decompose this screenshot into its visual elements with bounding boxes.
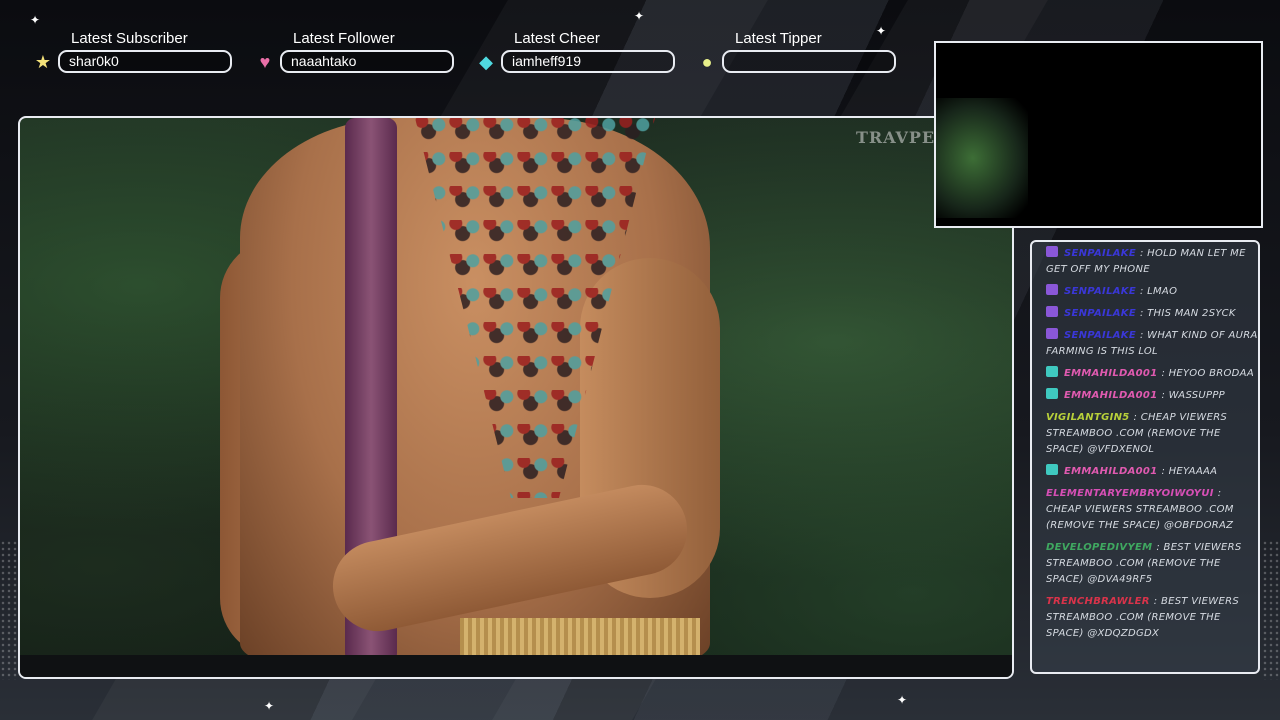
chat-message: senpailake: what kind of aura farming is… bbox=[1046, 328, 1258, 360]
chat-message: senpailake: lmao bbox=[1046, 284, 1258, 300]
webcam-frame bbox=[934, 41, 1263, 228]
chat-text: Heyaaaa bbox=[1168, 466, 1218, 477]
chat-message: vigilantgin5: Cheap viewers streamboo .c… bbox=[1046, 410, 1258, 458]
chat-username[interactable]: elementaryembryoiwoyui bbox=[1046, 488, 1214, 499]
chat-text: this man 2syck bbox=[1147, 308, 1236, 319]
sub-badge-icon bbox=[1046, 246, 1058, 257]
chat-username[interactable]: emmahilda001 bbox=[1064, 390, 1157, 401]
latest-follower-label: Latest Follower bbox=[293, 30, 395, 47]
sparkle-icon: ✦ bbox=[897, 693, 908, 707]
alerts-bar: ★ Latest Subscriber shar0k0 ♥ Latest Fol… bbox=[30, 30, 910, 74]
chat-text: lmao bbox=[1147, 286, 1178, 297]
chat-username[interactable]: senpailake bbox=[1064, 248, 1136, 259]
heart-icon: ♥ bbox=[259, 52, 271, 72]
chat-separator: : bbox=[1156, 542, 1164, 553]
chat-text: Cheap viewers streamboo .com (remove the… bbox=[1046, 504, 1234, 531]
star-icon: ★ bbox=[34, 52, 52, 72]
video-frame[interactable]: TRAVPEDIA bbox=[18, 116, 1014, 679]
chat-separator: : bbox=[1153, 596, 1161, 607]
latest-cheer-value: iamheff919 bbox=[501, 50, 675, 73]
sub-badge-icon bbox=[1046, 328, 1058, 339]
gem-badge-icon bbox=[1046, 464, 1058, 475]
chat-text: heyoo brodaa bbox=[1168, 368, 1254, 379]
latest-subscriber-label: Latest Subscriber bbox=[71, 30, 188, 47]
sparkle-icon: ✦ bbox=[264, 699, 275, 713]
dot-pattern bbox=[1262, 540, 1280, 680]
chat-text: wassuppp bbox=[1168, 390, 1225, 401]
gem-icon: ◆ bbox=[479, 52, 493, 72]
sparkle-icon: ✦ bbox=[30, 13, 41, 27]
latest-tipper: ● Latest Tipper bbox=[694, 30, 899, 74]
video-bottom-bar bbox=[20, 655, 1012, 677]
chat-message: senpailake: hold man let me get off my p… bbox=[1046, 246, 1258, 278]
chat-message: emmahilda001: Heyaaaa bbox=[1046, 464, 1258, 480]
chat-username[interactable]: developedivyem bbox=[1046, 542, 1152, 553]
chat-message: elementaryembryoiwoyui: Cheap viewers st… bbox=[1046, 486, 1258, 534]
latest-follower-value: naaahtako bbox=[280, 50, 454, 73]
latest-subscriber-value: shar0k0 bbox=[58, 50, 232, 73]
coin-icon: ● bbox=[701, 52, 713, 72]
chat-separator: : bbox=[1217, 488, 1222, 499]
chat-separator: : bbox=[1161, 368, 1169, 379]
sparkle-icon: ✦ bbox=[634, 9, 645, 23]
chat-message: senpailake: this man 2syck bbox=[1046, 306, 1258, 322]
chat-separator: : bbox=[1161, 466, 1169, 477]
chat-message: developedivyem: Best viewers streamboo .… bbox=[1046, 540, 1258, 588]
chat-username[interactable]: senpailake bbox=[1064, 308, 1136, 319]
chat-username[interactable]: vigilantgin5 bbox=[1046, 412, 1130, 423]
latest-follower: ♥ Latest Follower naaahtako bbox=[252, 30, 457, 74]
chat-separator: : bbox=[1133, 412, 1141, 423]
chat-panel[interactable]: senpailake: hold man let me get off my p… bbox=[1030, 240, 1260, 674]
chat-username[interactable]: senpailake bbox=[1064, 286, 1136, 297]
chat-message: emmahilda001: heyoo brodaa bbox=[1046, 366, 1258, 382]
chat-message: emmahilda001: wassuppp bbox=[1046, 388, 1258, 404]
chat-username[interactable]: emmahilda001 bbox=[1064, 466, 1157, 477]
sub-badge-icon bbox=[1046, 306, 1058, 317]
gem-badge-icon bbox=[1046, 366, 1058, 377]
chat-username[interactable]: trenchbrawler bbox=[1046, 596, 1150, 607]
sub-badge-icon bbox=[1046, 284, 1058, 295]
chat-message: trenchbrawler: Best viewers streamboo .c… bbox=[1046, 594, 1258, 642]
latest-tipper-label: Latest Tipper bbox=[735, 30, 822, 47]
webcam-content bbox=[936, 98, 1028, 218]
latest-cheer-label: Latest Cheer bbox=[514, 30, 600, 47]
chat-username[interactable]: senpailake bbox=[1064, 330, 1136, 341]
latest-cheer: ◆ Latest Cheer iamheff919 bbox=[473, 30, 678, 74]
chat-username[interactable]: emmahilda001 bbox=[1064, 368, 1157, 379]
chat-separator: : bbox=[1161, 390, 1169, 401]
dot-pattern bbox=[0, 540, 20, 680]
latest-subscriber: ★ Latest Subscriber shar0k0 bbox=[30, 30, 235, 74]
gem-badge-icon bbox=[1046, 388, 1058, 399]
latest-tipper-value bbox=[722, 50, 896, 73]
